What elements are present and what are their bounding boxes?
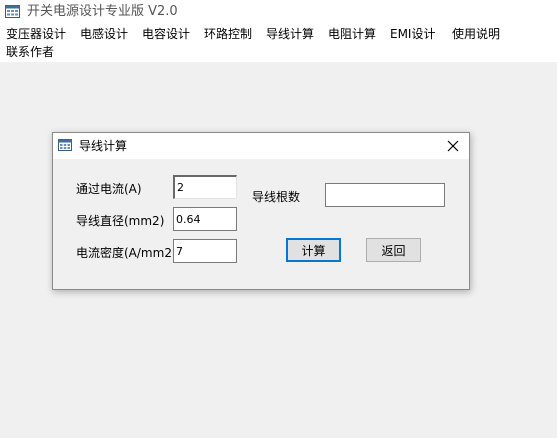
- wire-diameter-input[interactable]: [173, 207, 237, 231]
- window-app-icon: [58, 139, 72, 151]
- close-icon[interactable]: [443, 136, 463, 156]
- menu-item-transformer-design[interactable]: 变压器设计: [6, 25, 66, 43]
- menu-item-contact-author[interactable]: 联系作者: [6, 43, 54, 61]
- back-button[interactable]: 返回: [366, 238, 421, 262]
- app-title-bar: 开关电源设计专业版 V2.0: [0, 0, 557, 24]
- window-app-icon: [5, 5, 20, 18]
- menu-item-emi-design[interactable]: EMI设计: [390, 25, 435, 43]
- wire-calculation-dialog: 导线计算 通过电流(A) 导线直径(mm2) 电流密度(A/mm2) 导线根数 …: [52, 132, 470, 290]
- menu-item-wire-calculation[interactable]: 导线计算: [266, 25, 314, 43]
- current-label: 通过电流(A): [76, 182, 142, 196]
- dialog-title: 导线计算: [79, 139, 128, 153]
- menu-item-user-guide[interactable]: 使用说明: [452, 25, 500, 43]
- wire-count-output[interactable]: [325, 183, 445, 207]
- menu-item-inductor-design[interactable]: 电感设计: [80, 25, 128, 43]
- menu-item-loop-control[interactable]: 环路控制: [204, 25, 252, 43]
- current-density-input[interactable]: [173, 239, 237, 263]
- menu-item-capacitor-design[interactable]: 电容设计: [142, 25, 190, 43]
- wire-count-label: 导线根数: [252, 190, 301, 204]
- dialog-body: 通过电流(A) 导线直径(mm2) 电流密度(A/mm2) 导线根数 计算 返回: [53, 159, 469, 289]
- menu-bar: 变压器设计 电感设计 电容设计 环路控制 导线计算 电阻计算 EMI设计 使用说…: [0, 24, 557, 62]
- dialog-title-bar[interactable]: 导线计算: [53, 133, 469, 159]
- wire-diameter-label: 导线直径(mm2): [76, 214, 165, 228]
- app-title: 开关电源设计专业版 V2.0: [27, 4, 178, 19]
- current-input[interactable]: [173, 175, 237, 199]
- menu-item-resistor-calculation[interactable]: 电阻计算: [328, 25, 376, 43]
- calculate-button[interactable]: 计算: [286, 238, 341, 262]
- current-density-label: 电流密度(A/mm2): [76, 246, 177, 260]
